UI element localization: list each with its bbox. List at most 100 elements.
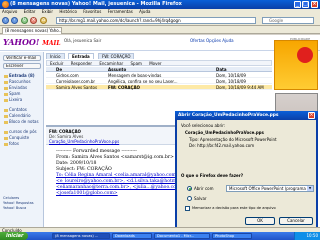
col-date[interactable]: Data [216,67,272,72]
home-icon[interactable]: ⌂ [40,17,47,24]
dialog-close-button[interactable]: × [308,112,315,119]
row-date: Dom, 10/18/09 [216,73,246,78]
folder-calendar[interactable]: Calendário [4,113,31,118]
folder-label: fotos [9,141,19,146]
start-button[interactable]: iniciar [0,232,28,240]
folder-label: Conquiste [9,135,30,140]
taskbar-button-downloads[interactable]: Downloads [112,233,152,239]
chevron-down-icon: ▼ [307,186,313,191]
user-greeting[interactable]: Olá, jesuenica Sair [64,38,101,43]
folder-spam[interactable]: Spam [4,91,20,96]
folder-label: Spam [9,91,21,96]
attachment-link[interactable]: Coração_UmPedacinhoPraVoce.pps [49,139,119,144]
taskbar-button-firefox[interactable]: (8 mensagens novas) ... [52,233,110,239]
header-links[interactable]: Ofertas Opções Ajuda [190,38,234,43]
stop-icon[interactable]: × [30,17,37,24]
folder-label: Contatos [9,107,27,112]
forward-icon[interactable]: › [11,17,18,24]
message-row[interactable]: Gidros.com Mensagem de boas-vindas Dom, … [46,73,272,78]
message-row[interactable]: Correiolaser.com.br Angélica, confira se… [46,79,272,84]
folder-contacts[interactable]: Contatos [4,107,27,112]
folder-label: Bloco de notas [9,119,39,124]
folder-icon [4,142,8,146]
move-button[interactable]: Mover [149,61,161,66]
mail-toolbar: Excluir Responder Encaminhar Spam Mover [46,60,272,66]
row-from: Samira Alves Santos [56,85,98,90]
search-input[interactable]: Google [262,17,314,24]
folder-icon [4,86,8,90]
reload-icon[interactable]: ↻ [21,17,28,24]
folder-icon [4,130,8,134]
advertisement[interactable] [274,40,318,90]
menu-bookmarks[interactable]: Favoritos [83,9,101,14]
maximize-button[interactable]: □ [302,1,309,8]
tab-home[interactable]: Início [46,53,65,59]
folder-sent[interactable]: Enviadas [4,85,27,90]
folder-icon [4,92,8,96]
folder-label: Entrada (8) [9,73,35,78]
save-label: Salvar [194,196,207,201]
contacts-icon [4,108,8,112]
folder-drafts[interactable]: Rascunhos [4,79,31,84]
remember-checkbox[interactable] [185,206,190,211]
tab-message[interactable]: FW: CORAÇÃO [98,53,135,59]
compose-button[interactable]: Escrever [3,63,41,69]
notepad-icon [4,120,8,124]
back-icon[interactable]: ‹ [2,17,9,24]
minimize-button[interactable]: _ [294,1,301,8]
col-subject[interactable]: Assunto [108,67,208,72]
open-with-radio[interactable] [187,186,192,191]
folder-label: cursos de pós [9,129,37,134]
open-with-label: Abrir com [194,186,214,191]
taskbar-button-photoshop[interactable]: PhotoShop [212,233,252,239]
reply-button[interactable]: Responder [71,61,92,66]
row-from: Gidros.com [56,73,79,78]
save-radio[interactable] [187,196,192,201]
folder-notepad[interactable]: Bloco de notas [4,119,39,124]
close-button[interactable]: × [311,1,318,8]
my-folder-3[interactable]: fotos [4,141,19,146]
open-file-dialog: Abrir Coração_UmPedacinhoPraVoce.pps × V… [175,111,318,229]
ok-button[interactable]: OK [245,217,275,225]
yahoo-logo-text: YAHOO! [3,37,40,47]
row-subject: Mensagem de boas-vindas [108,73,162,78]
menu-help[interactable]: Ajuda [139,9,150,14]
folder-inbox[interactable]: Entrada (8) [4,73,35,78]
folder-trash[interactable]: Lixeira [4,97,22,102]
menu-file[interactable]: Arquivo [2,9,17,14]
navigation-toolbar: ‹ › ↻ × ⌂ http://br.mg1.mail.yahoo.com/d… [0,15,320,26]
menu-edit[interactable]: Editar [24,9,36,14]
row-subject: FW: CORAÇÃO [108,85,140,90]
message-row-selected[interactable]: Samira Alves Santos FW: CORAÇÃO Dom, 10/… [46,85,272,90]
dialog-file-source: De: http://br.f42.mail.yahoo.com [189,143,255,148]
tool-link[interactable]: Yahoo! Busca [3,206,41,211]
spam-button[interactable]: Spam [130,61,141,66]
folder-label: Lixeira [9,97,23,102]
folder-label: Enviadas [9,85,28,90]
address-bar[interactable]: http://br.mg1.mail.yahoo.com/dc/launch?.… [56,17,256,24]
my-folder-1[interactable]: cursos de pós [4,129,37,134]
delete-button[interactable]: Excluir [50,61,63,66]
menu-tools[interactable]: Ferramentas [108,9,133,14]
col-from[interactable]: De [56,67,106,72]
my-folder-2[interactable]: Conquiste [4,135,29,140]
menu-view[interactable]: Exibir [42,9,53,14]
folder-sidebar: Verificar e-mail Escrever Entrada (8) Ra… [0,52,44,227]
taskbar-button-word[interactable]: Documento1 - Micr... [154,233,210,239]
folder-icon [4,74,8,78]
menu-history[interactable]: Histórico [59,9,77,14]
row-from: Correiolaser.com.br [56,79,96,84]
check-mail-button[interactable]: Verificar e-mail [3,55,41,61]
dialog-file-type: Tipo: Apresentação do Microsoft PowerPoi… [189,137,277,142]
folder-label: Calendário [9,113,31,118]
yahoo-mail-logo[interactable]: YAHOO! MAIL [3,37,61,47]
system-clock[interactable]: 10:50 [294,232,320,240]
tab-inbox[interactable]: Entrada [68,53,94,59]
tab-yahoo-mail[interactable]: (8 mensagens novas) Yaho... [2,27,62,34]
ad-burst [297,47,313,63]
forward-button[interactable]: Encaminhar [99,61,123,66]
mail-tabs: Início Entrada FW: CORAÇÃO [46,53,272,59]
cancel-button[interactable]: Cancelar [279,217,313,225]
open-with-select[interactable]: Microsoft Office PowerPoint (programa ..… [226,185,314,192]
dialog-file-name: Coração_UmPedacinhoPraVoce.pps [185,130,264,135]
